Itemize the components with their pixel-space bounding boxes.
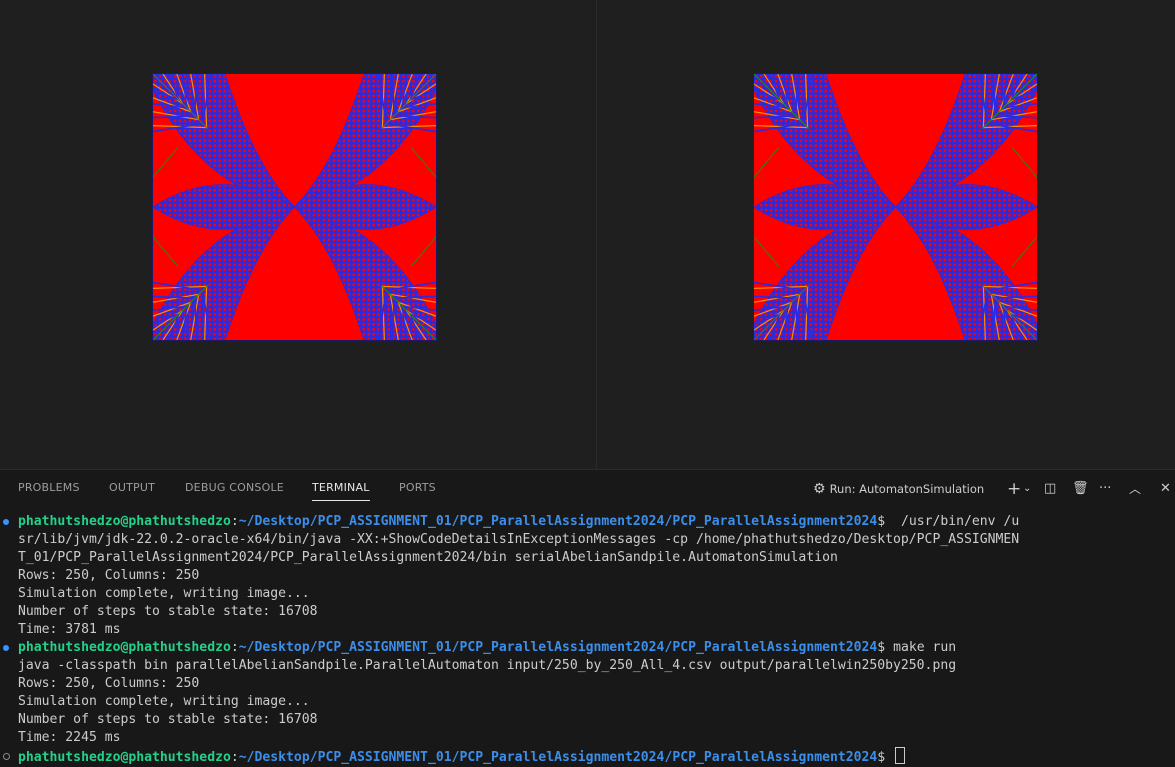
run-label-text: Run: AutomatonSimulation [829,482,985,496]
editor-area [0,0,1175,469]
gear-icon: ⚙ [813,481,826,497]
close-icon[interactable]: ✕ [1160,478,1171,500]
command-success-icon[interactable] [3,519,9,525]
sandpile-image-parallel [753,73,1038,341]
prompt-sep: : [230,514,239,529]
terminal-line: phathutshedzo@phathutshedzo:~/Desktop/PC… [18,639,956,657]
plus-icon[interactable]: + [1007,478,1021,500]
command-text: /usr/bin/env /u [885,514,1020,529]
prompt-symbol: $ [877,640,886,655]
tab-problems[interactable]: PROBLEMS [18,481,80,494]
prompt-symbol: $ [877,750,886,765]
chevron-down-icon[interactable]: ⌄ [1023,478,1031,500]
terminal-line: phathutshedzo@phathutshedzo:~/Desktop/PC… [18,747,906,767]
prompt-sep: : [230,640,239,655]
editor-pane-left[interactable] [0,0,597,469]
panel-tab-bar: PROBLEMS OUTPUT DEBUG CONSOLE TERMINAL P… [0,470,1175,506]
sandpile-image-svg [754,74,1037,340]
prompt-path: ~/Desktop/PCP_ASSIGNMENT_01/PCP_Parallel… [238,750,878,765]
terminal-cursor [895,747,906,764]
prompt-path: ~/Desktop/PCP_ASSIGNMENT_01/PCP_Parallel… [238,640,878,655]
more-icon[interactable]: ··· [1099,478,1111,500]
prompt-user: phathutshedzo@phathutshedzo [18,640,231,655]
editor-pane-right[interactable] [597,0,1175,469]
terminal-output[interactable]: phathutshedzo@phathutshedzo:~/Desktop/PC… [0,513,1175,767]
prompt-user: phathutshedzo@phathutshedzo [18,514,231,529]
split-terminal-icon[interactable]: ◫ [1044,478,1056,500]
terminal-line: T_01/PCP_ParallelAssignment2024/PCP_Para… [18,550,838,565]
command-pending-icon[interactable] [3,753,10,760]
terminal-line: Time: 2245 ms [18,730,121,745]
terminal-line: Number of steps to stable state: 16708 [18,604,318,619]
terminal-line: phathutshedzo@phathutshedzo:~/Desktop/PC… [18,513,1019,531]
terminal-line: Rows: 250, Columns: 250 [18,676,200,691]
prompt-symbol: $ [877,514,886,529]
trash-icon[interactable]: 🗑 [1072,478,1089,500]
tab-ports[interactable]: PORTS [399,481,436,494]
prompt-sep: : [230,750,239,765]
sandpile-image-svg [153,74,436,340]
terminal-line: Number of steps to stable state: 16708 [18,712,318,727]
tab-output[interactable]: OUTPUT [109,481,155,494]
terminal-line: Rows: 250, Columns: 250 [18,568,200,583]
prompt-path: ~/Desktop/PCP_ASSIGNMENT_01/PCP_Parallel… [238,514,878,529]
tab-debug-console[interactable]: DEBUG CONSOLE [185,481,284,494]
chevron-up-icon[interactable]: ︿ [1129,478,1141,500]
terminal-line: java -classpath bin parallelAbelianSandp… [18,658,957,673]
sandpile-image-serial [152,73,437,341]
command-text: make run [885,640,957,655]
bottom-panel: PROBLEMS OUTPUT DEBUG CONSOLE TERMINAL P… [0,469,1175,767]
tab-terminal[interactable]: TERMINAL [312,481,370,501]
prompt-user: phathutshedzo@phathutshedzo [18,750,231,765]
command-success-icon[interactable] [3,645,9,651]
terminal-line: Simulation complete, writing image... [18,694,310,709]
terminal-line: sr/lib/jvm/jdk-22.0.2-oracle-x64/bin/jav… [18,532,1020,547]
terminal-line: Time: 3781 ms [18,622,121,637]
terminal-line: Simulation complete, writing image... [18,586,310,601]
run-configuration-label[interactable]: ⚙ Run: AutomatonSimulation [813,478,984,500]
